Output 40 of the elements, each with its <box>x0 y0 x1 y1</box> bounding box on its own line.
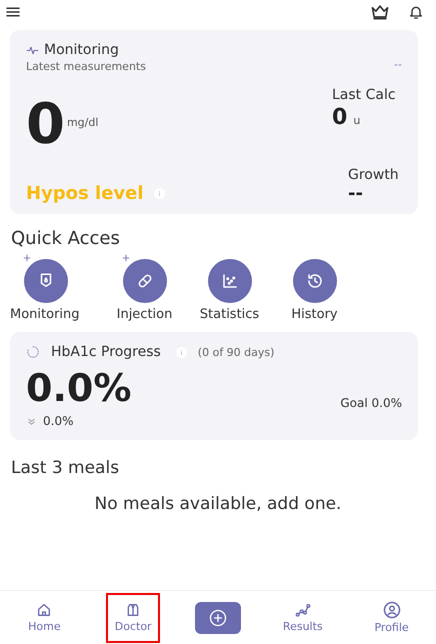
card-subtitle: Latest measurements <box>26 60 146 73</box>
chart-icon <box>220 272 238 290</box>
history-icon <box>306 272 324 290</box>
plus-circle-icon <box>208 608 228 628</box>
last-calc-label: Last Calc <box>332 87 397 103</box>
chevrons-down-icon <box>26 416 37 426</box>
section-title: Quick Acces <box>11 228 121 249</box>
measurement-value: -- <box>394 58 402 71</box>
last-calc-value: 0 <box>332 105 348 130</box>
nav-tab[interactable]: Results <box>276 592 330 642</box>
growth-value: -- <box>348 183 363 204</box>
goal-value: Goal 0.0% <box>340 396 402 410</box>
coat-icon <box>125 602 142 618</box>
line-graph-icon <box>294 602 311 618</box>
pill-icon <box>136 272 154 290</box>
growth-label: Growth <box>348 167 399 183</box>
last-calc-unit: u <box>353 114 360 127</box>
profile-icon <box>382 601 401 619</box>
days-count: (0 of 90 days) <box>198 346 274 358</box>
add-button[interactable] <box>194 602 241 634</box>
quick-access-button[interactable]: Monitoring <box>10 255 102 322</box>
bell-icon[interactable] <box>408 4 424 20</box>
nav-tab[interactable]: Home <box>17 592 72 642</box>
section-title: Last 3 meals <box>11 458 120 478</box>
card-title: Monitoring <box>44 42 119 58</box>
nav-tab[interactable]: Doctor <box>106 592 160 642</box>
glucose-value: 0 <box>26 97 65 153</box>
hypos-level-label: Hypos level <box>26 183 144 204</box>
empty-message: No meals available, add one. <box>94 494 342 514</box>
glucose-unit: mg/dl <box>66 116 98 129</box>
nav-tab[interactable]: Profile <box>364 592 419 642</box>
quick-access-button[interactable]: History <box>272 255 357 322</box>
quick-access-button[interactable]: Injection <box>102 255 187 322</box>
quick-access-button[interactable]: Statistics <box>187 255 272 322</box>
spinner-icon <box>26 345 40 359</box>
home-icon <box>36 602 52 618</box>
change-value: 0.0% <box>43 414 74 428</box>
card-title: HbA1c Progress <box>51 344 161 360</box>
hba1c-value: 0.0% <box>26 366 132 410</box>
pulse-icon <box>26 44 39 56</box>
